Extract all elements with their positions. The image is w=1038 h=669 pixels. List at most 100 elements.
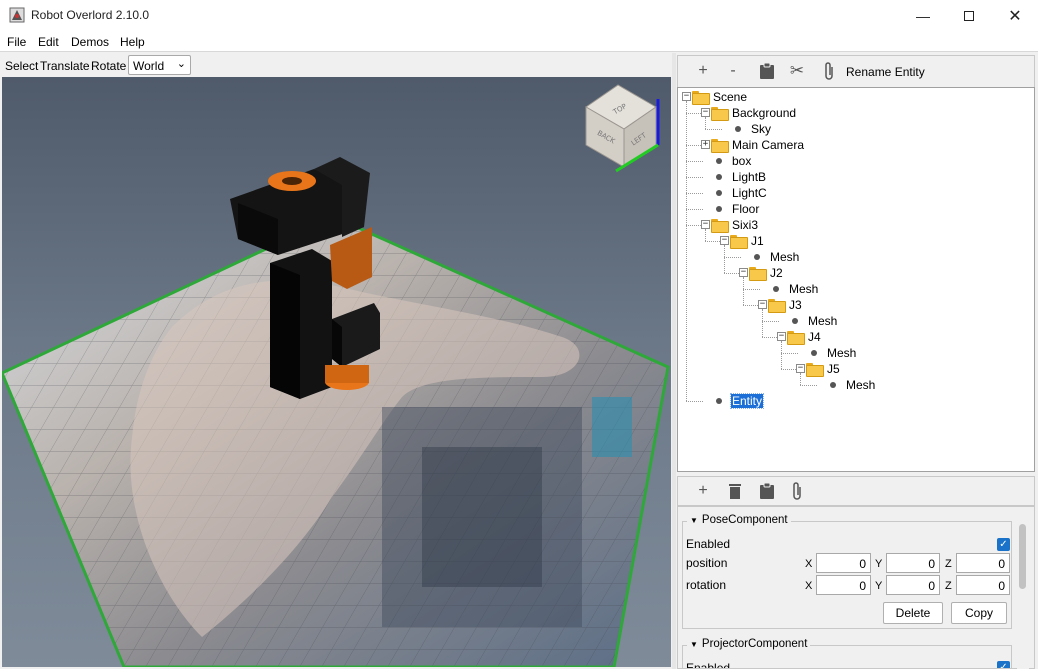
tree-node-mesh[interactable]: Mesh — [749, 249, 800, 265]
attach-entity-button[interactable] — [818, 60, 840, 82]
add-component-button[interactable]: + — [692, 480, 714, 502]
tree-connector — [686, 209, 703, 210]
tree-node-mesh[interactable]: Mesh — [768, 281, 819, 297]
enabled-checkbox[interactable]: ✓ — [997, 538, 1010, 551]
tree-node-lightc[interactable]: LightC — [711, 185, 768, 201]
menu-edit[interactable]: Edit — [38, 35, 59, 49]
tree-node-sixi3[interactable]: Sixi3 — [711, 217, 759, 233]
tree-node-main-camera[interactable]: Main Camera — [711, 137, 805, 153]
delete-component-button[interactable]: Delete — [883, 602, 943, 624]
collapse-node-icon[interactable]: − — [701, 220, 710, 229]
tree-node-label: Sixi3 — [732, 218, 759, 232]
delete-component-button[interactable] — [724, 480, 746, 502]
3d-viewport[interactable]: TOP BACK LEFT — [2, 77, 671, 667]
component-scrollbar[interactable] — [1017, 520, 1029, 669]
menu-bar: File Edit Demos Help — [0, 31, 1038, 52]
pose-component-title: PoseComponent — [701, 514, 788, 526]
tree-node-sky[interactable]: Sky — [730, 121, 772, 137]
enabled-label: Enabled — [686, 537, 731, 551]
tree-node-mesh[interactable]: Mesh — [787, 313, 838, 329]
menu-demos[interactable]: Demos — [71, 35, 109, 49]
pose-component-group: ▼ PoseComponent Enabled ✓ position X 0 Y… — [682, 514, 1012, 629]
collapse-node-icon[interactable]: − — [739, 268, 748, 277]
position-x-field[interactable]: 0 — [816, 553, 871, 573]
viewport-toolbar: Select Translate Rotate World ⌄ — [0, 53, 672, 77]
add-entity-button[interactable]: + — [692, 60, 714, 82]
tree-connector — [686, 177, 703, 178]
tree-node-box[interactable]: box — [711, 153, 752, 169]
tree-connector — [724, 257, 741, 258]
rotation-z-field[interactable]: 0 — [956, 575, 1010, 595]
position-y-field[interactable]: 0 — [886, 553, 940, 573]
minimize-button[interactable]: — — [900, 0, 946, 31]
cut-entity-button[interactable]: ✂ — [786, 60, 808, 82]
tree-node-label: J2 — [770, 266, 783, 280]
collapse-node-icon[interactable]: − — [720, 236, 729, 245]
rotation-x-field[interactable]: 0 — [816, 575, 871, 595]
view-cube[interactable]: TOP BACK LEFT — [585, 84, 660, 173]
leaf-node-icon — [716, 398, 722, 404]
tree-node-entity[interactable]: Entity — [711, 393, 765, 409]
copy-component-button[interactable]: Copy — [951, 602, 1007, 624]
pose-component-header[interactable]: ▼ PoseComponent — [687, 514, 791, 526]
collapse-node-icon[interactable]: − — [701, 108, 710, 117]
leaf-node-icon — [792, 318, 798, 324]
rotate-tool-button[interactable]: Rotate — [91, 59, 126, 73]
collapse-triangle-icon: ▼ — [690, 515, 698, 525]
tree-node-j3[interactable]: J3 — [768, 297, 803, 313]
tree-connector — [705, 229, 706, 241]
maximize-button[interactable] — [946, 0, 992, 31]
tree-node-floor[interactable]: Floor — [711, 201, 760, 217]
folder-icon — [768, 299, 786, 313]
folder-icon — [749, 267, 767, 281]
tree-node-mesh[interactable]: Mesh — [825, 377, 876, 393]
projector-component-header[interactable]: ▼ ProjectorComponent — [687, 638, 811, 650]
tree-node-j5[interactable]: J5 — [806, 361, 841, 377]
collapse-node-icon[interactable]: − — [758, 300, 767, 309]
tree-node-background[interactable]: Background — [711, 105, 797, 121]
tree-node-label: J5 — [827, 362, 840, 376]
add-icon: + — [698, 482, 708, 499]
tree-connector — [800, 373, 801, 385]
translate-tool-button[interactable]: Translate — [40, 59, 90, 73]
entity-tree[interactable]: − Scene − Background Sky + Main Camera box Light… — [677, 87, 1035, 472]
leaf-node-icon — [830, 382, 836, 388]
chevron-down-icon: ⌄ — [176, 58, 186, 70]
scrollbar-thumb[interactable] — [1019, 524, 1026, 589]
tree-node-label: J1 — [751, 234, 764, 248]
tree-node-j2[interactable]: J2 — [749, 265, 784, 281]
rotation-y-field[interactable]: 0 — [886, 575, 940, 595]
expand-node-icon[interactable]: + — [701, 140, 710, 149]
reference-frame-select[interactable]: World ⌄ — [128, 55, 191, 75]
leaf-node-icon — [811, 350, 817, 356]
panel-splitter[interactable] — [672, 53, 676, 669]
scene-render: TOP BACK LEFT — [2, 84, 670, 667]
attach-component-button[interactable] — [786, 480, 808, 502]
tree-node-label: Mesh — [827, 346, 857, 360]
projector-enabled-checkbox[interactable]: ✓ — [997, 661, 1010, 668]
tree-node-lightb[interactable]: LightB — [711, 169, 767, 185]
collapse-node-icon[interactable]: − — [777, 332, 786, 341]
tree-connector — [705, 117, 706, 129]
leaf-node-icon — [716, 190, 722, 196]
close-button[interactable]: ✕ — [992, 0, 1038, 31]
tree-node-j1[interactable]: J1 — [730, 233, 765, 249]
rename-entity-button[interactable]: Rename Entity — [846, 65, 925, 79]
leaf-node-icon — [716, 206, 722, 212]
tree-node-scene[interactable]: Scene — [692, 89, 748, 105]
menu-file[interactable]: File — [7, 35, 26, 49]
collapse-node-icon[interactable]: − — [682, 92, 691, 101]
tree-node-j4[interactable]: J4 — [787, 329, 822, 345]
tree-connector — [705, 129, 722, 130]
menu-help[interactable]: Help — [120, 35, 145, 49]
position-z-field[interactable]: 0 — [956, 553, 1010, 573]
select-tool-button[interactable]: Select — [5, 59, 38, 73]
tree-node-mesh[interactable]: Mesh — [806, 345, 857, 361]
paste-component-button[interactable] — [756, 480, 778, 502]
remove-entity-button[interactable]: - — [722, 60, 744, 82]
tree-connector — [743, 289, 760, 290]
paste-entity-button[interactable] — [756, 60, 778, 82]
collapse-node-icon[interactable]: − — [796, 364, 805, 373]
cut-icon: ✂ — [789, 61, 805, 80]
collapse-triangle-icon: ▼ — [690, 639, 698, 649]
